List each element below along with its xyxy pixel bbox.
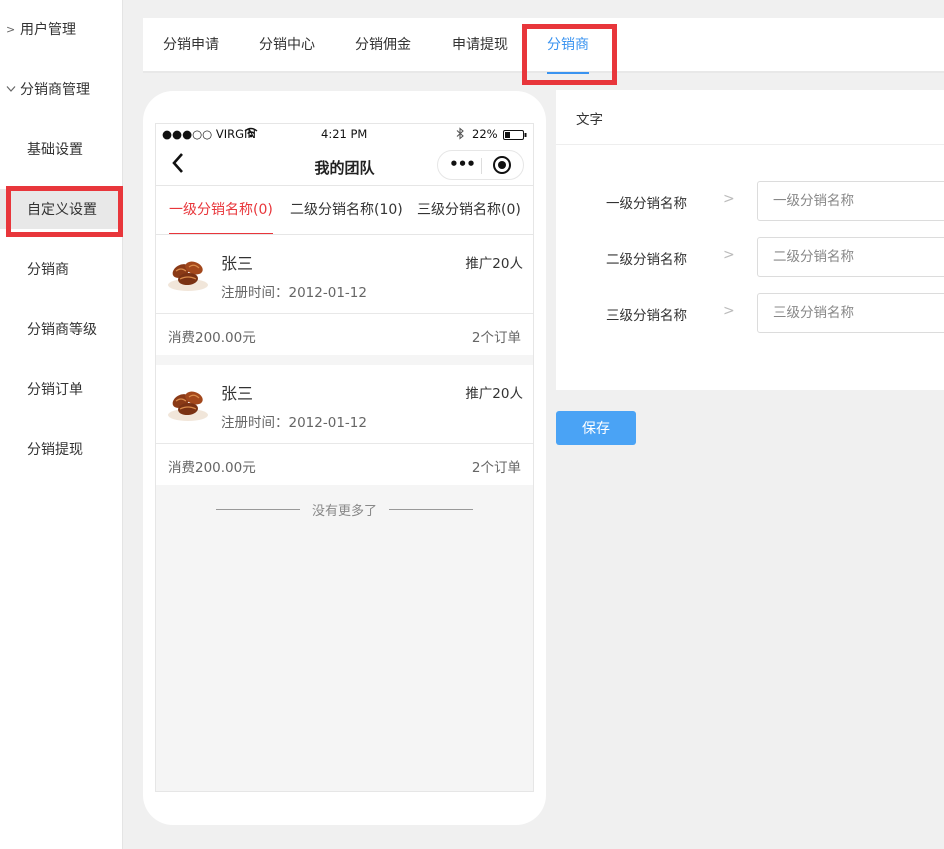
wifi-icon xyxy=(244,127,258,141)
status-bar: ●●●○○ VIRGIN 4:21 PM 22% xyxy=(156,124,533,144)
phone-level-tabs: 一级分销名称(0) 二级分销名称(10) 三级分销名称(0) xyxy=(156,185,533,235)
member-name: 张三 xyxy=(221,254,254,273)
member-card[interactable]: 张三 注册时间：2012-01-12 推广20人 消费200.00元 2个订单 xyxy=(156,365,533,485)
close-circle-icon[interactable] xyxy=(493,156,511,174)
form-row-level-1: 一级分销名称 > xyxy=(556,181,944,221)
member-promoted-count: 推广20人 xyxy=(465,386,523,402)
form-row-level-2: 二级分销名称 > xyxy=(556,237,944,277)
sidebar: > 用户管理 分销商管理 基础设置 自定义设置 分销商 分销商等级 分销订单 分… xyxy=(0,0,123,849)
member-card-top: 张三 注册时间：2012-01-12 推广20人 xyxy=(156,235,533,314)
member-spend: 消费200.00元 xyxy=(168,460,256,476)
chevron-down-icon xyxy=(6,83,20,96)
tab-distribution-commission[interactable]: 分销佣金 xyxy=(355,18,411,73)
sidebar-item-label: 用户管理 xyxy=(20,22,76,38)
sidebar-item-label: 分销提现 xyxy=(27,442,83,458)
phone-tab-level-1[interactable]: 一级分销名称(0) xyxy=(169,186,273,234)
tab-apply-withdraw[interactable]: 申请提现 xyxy=(452,18,508,73)
form-row-level-3: 三级分销名称 > xyxy=(556,293,944,333)
bluetooth-icon xyxy=(456,127,464,143)
field-label: 二级分销名称 xyxy=(606,252,687,268)
member-spend: 消费200.00元 xyxy=(168,330,256,346)
save-button[interactable]: 保存 xyxy=(556,411,636,445)
top-tabs: 分销申请 分销中心 分销佣金 申请提现 分销商 xyxy=(143,18,944,74)
member-card[interactable]: 张三 注册时间：2012-01-12 推广20人 消费200.00元 2个订单 xyxy=(156,235,533,355)
sidebar-item-label: 分销商等级 xyxy=(27,322,97,338)
tab-distribution-center[interactable]: 分销中心 xyxy=(259,18,315,73)
no-more-text: 没有更多了 xyxy=(156,500,533,520)
chevron-right-icon: > xyxy=(6,22,16,36)
level-3-name-input[interactable] xyxy=(757,293,944,333)
chevron-right-icon: > xyxy=(723,247,735,263)
sidebar-item-distribution-orders[interactable]: 分销订单 xyxy=(0,369,123,409)
sidebar-item-label: 分销订单 xyxy=(27,382,83,398)
sidebar-item-label: 基础设置 xyxy=(27,142,83,158)
avatar xyxy=(166,253,210,293)
field-label: 三级分销名称 xyxy=(606,308,687,324)
tab-distribution-apply[interactable]: 分销申请 xyxy=(163,18,219,73)
field-label: 一级分销名称 xyxy=(606,196,687,212)
sidebar-item-label: 分销商管理 xyxy=(20,82,90,98)
member-register-time: 注册时间：2012-01-12 xyxy=(221,415,367,431)
chevron-right-icon: > xyxy=(723,191,735,207)
level-1-name-input[interactable] xyxy=(757,181,944,221)
member-name: 张三 xyxy=(221,384,254,403)
sidebar-item-label: 自定义设置 xyxy=(27,202,97,218)
member-register-time: 注册时间：2012-01-12 xyxy=(221,285,367,301)
mini-program-capsule: ••• xyxy=(437,150,524,180)
chevron-right-icon: > xyxy=(723,303,735,319)
status-time: 4:21 PM xyxy=(321,127,368,141)
member-orders: 2个订单 xyxy=(471,460,521,476)
carrier-text: ●●●○○ VIRGIN xyxy=(162,127,256,141)
level-2-name-input[interactable] xyxy=(757,237,944,277)
sidebar-group-user-management[interactable]: > 用户管理 xyxy=(0,9,123,49)
sidebar-group-distributor-management[interactable]: 分销商管理 xyxy=(0,69,123,109)
panel-header: 文字 xyxy=(556,90,944,145)
sidebar-item-distributors[interactable]: 分销商 xyxy=(0,249,123,289)
member-card-top: 张三 注册时间：2012-01-12 推广20人 xyxy=(156,365,533,444)
avatar xyxy=(166,383,210,423)
tab-distributor[interactable]: 分销商 xyxy=(547,18,589,74)
phone-tab-level-3[interactable]: 三级分销名称(0) xyxy=(417,186,521,234)
battery-icon xyxy=(503,129,527,143)
member-promoted-count: 推广20人 xyxy=(465,256,523,272)
member-orders: 2个订单 xyxy=(471,330,521,346)
panel-title: 文字 xyxy=(576,112,603,128)
text-settings-panel: 文字 一级分销名称 > 二级分销名称 > 三级分销名称 > xyxy=(556,90,944,390)
more-dots-icon[interactable]: ••• xyxy=(446,151,478,179)
sidebar-item-distribution-withdrawals[interactable]: 分销提现 xyxy=(0,429,123,469)
sidebar-item-label: 分销商 xyxy=(27,262,69,278)
capsule-divider xyxy=(481,158,482,174)
phone-navbar: 我的团队 ••• xyxy=(156,144,533,185)
sidebar-item-distributor-levels[interactable]: 分销商等级 xyxy=(0,309,123,349)
battery-percent: 22% xyxy=(472,127,498,141)
sidebar-item-custom-settings[interactable]: 自定义设置 xyxy=(0,189,123,229)
phone-screen: ●●●○○ VIRGIN 4:21 PM 22% 我的团队 ••• 一级分销名称… xyxy=(155,123,534,792)
phone-tab-level-2[interactable]: 二级分销名称(10) xyxy=(290,186,403,234)
sidebar-item-basic-settings[interactable]: 基础设置 xyxy=(0,129,123,169)
